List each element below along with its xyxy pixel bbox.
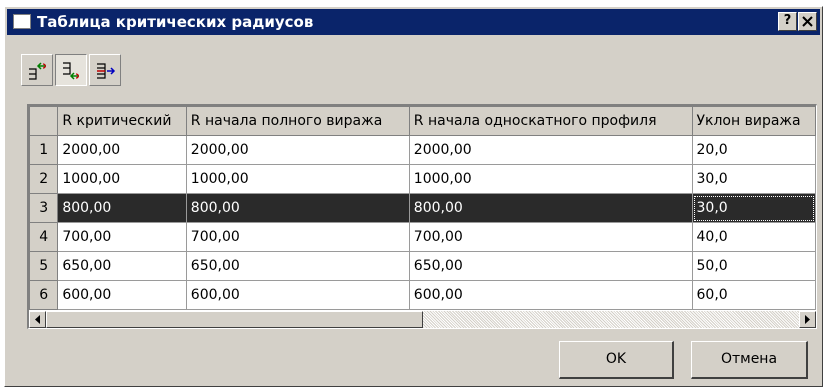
- table-cell[interactable]: 800,00: [408, 193, 693, 223]
- column-header[interactable]: R критический: [57, 106, 187, 136]
- table-cell[interactable]: 2000,00: [57, 135, 187, 165]
- insert-row-before-icon: [29, 62, 46, 80]
- radius-table: R критический R начала полного виража R …: [29, 106, 816, 310]
- row-header[interactable]: 3: [29, 193, 59, 223]
- cancel-button[interactable]: Отмена: [691, 341, 808, 379]
- window-title: Таблица критических радиусов: [37, 13, 314, 31]
- table-cell[interactable]: 50,0: [691, 251, 816, 281]
- table-cell[interactable]: 600,00: [408, 280, 693, 310]
- table-cell[interactable]: 30,0: [691, 164, 816, 194]
- table-cell[interactable]: 600,00: [185, 280, 410, 310]
- horizontal-scrollbar[interactable]: [29, 311, 816, 328]
- insert-row-before-button[interactable]: [21, 54, 53, 86]
- table-cell[interactable]: 1000,00: [57, 164, 187, 194]
- table-cell[interactable]: 20,0: [691, 135, 816, 165]
- window-icon: [13, 14, 31, 29]
- scroll-left-button[interactable]: [29, 311, 46, 328]
- table-cell[interactable]: 700,00: [408, 222, 693, 252]
- row-header[interactable]: 4: [29, 222, 59, 252]
- scrollbar-thumb[interactable]: [46, 311, 423, 328]
- table-row[interactable]: 4 700,00 700,00 700,00 40,0: [29, 222, 816, 252]
- column-header[interactable]: R начала полного виража: [185, 106, 410, 136]
- table-cell[interactable]: 650,00: [185, 251, 410, 281]
- table-cell[interactable]: 40,0: [691, 222, 816, 252]
- table-row[interactable]: 1 2000,00 2000,00 2000,00 20,0: [29, 135, 816, 165]
- table-cell[interactable]: 800,00: [57, 193, 187, 223]
- close-button[interactable]: [798, 12, 817, 31]
- column-header[interactable]: R начала односкатного профиля: [408, 106, 693, 136]
- delete-row-icon: [97, 63, 116, 79]
- table-cell[interactable]: 600,00: [57, 280, 187, 310]
- table-cell[interactable]: 2000,00: [408, 135, 693, 165]
- table-row[interactable]: 5 650,00 650,00 650,00 50,0: [29, 251, 816, 281]
- delete-row-button[interactable]: [89, 54, 121, 86]
- insert-row-after-icon: [63, 62, 79, 80]
- row-header[interactable]: 5: [29, 251, 59, 281]
- table-row[interactable]: 6 600,00 600,00 600,00 60,0: [29, 280, 816, 310]
- row-header[interactable]: 2: [29, 164, 59, 194]
- data-grid[interactable]: R критический R начала полного виража R …: [27, 104, 817, 329]
- table-cell-focused[interactable]: 30,0: [691, 193, 816, 223]
- table-cell[interactable]: 60,0: [691, 280, 816, 310]
- close-icon: [802, 16, 813, 27]
- table-row[interactable]: 2 1000,00 1000,00 1000,00 30,0: [29, 164, 816, 194]
- ok-button[interactable]: OK: [559, 341, 674, 379]
- column-header[interactable]: Уклон виража: [691, 106, 816, 136]
- header-row: R критический R начала полного виража R …: [29, 106, 816, 136]
- table-cell[interactable]: 800,00: [185, 193, 410, 223]
- corner-header[interactable]: [29, 106, 59, 136]
- insert-row-after-button[interactable]: [55, 54, 87, 86]
- dialog-window: Таблица критических радиусов ? R критиче…: [4, 6, 823, 387]
- table-cell[interactable]: 650,00: [408, 251, 693, 281]
- table-cell[interactable]: 700,00: [185, 222, 410, 252]
- table-cell[interactable]: 1000,00: [185, 164, 410, 194]
- table-row-selected[interactable]: 3 800,00 800,00 800,00 30,0: [29, 193, 816, 223]
- arrow-left-icon: [35, 315, 40, 324]
- arrow-right-icon: [805, 315, 810, 324]
- title-bar[interactable]: Таблица критических радиусов ?: [7, 9, 820, 35]
- table-cell[interactable]: 2000,00: [185, 135, 410, 165]
- help-button[interactable]: ?: [778, 12, 797, 31]
- table-cell[interactable]: 1000,00: [408, 164, 693, 194]
- table-cell[interactable]: 650,00: [57, 251, 187, 281]
- row-header[interactable]: 6: [29, 280, 59, 310]
- table-cell[interactable]: 700,00: [57, 222, 187, 252]
- row-header[interactable]: 1: [29, 135, 59, 165]
- scroll-right-button[interactable]: [799, 311, 816, 328]
